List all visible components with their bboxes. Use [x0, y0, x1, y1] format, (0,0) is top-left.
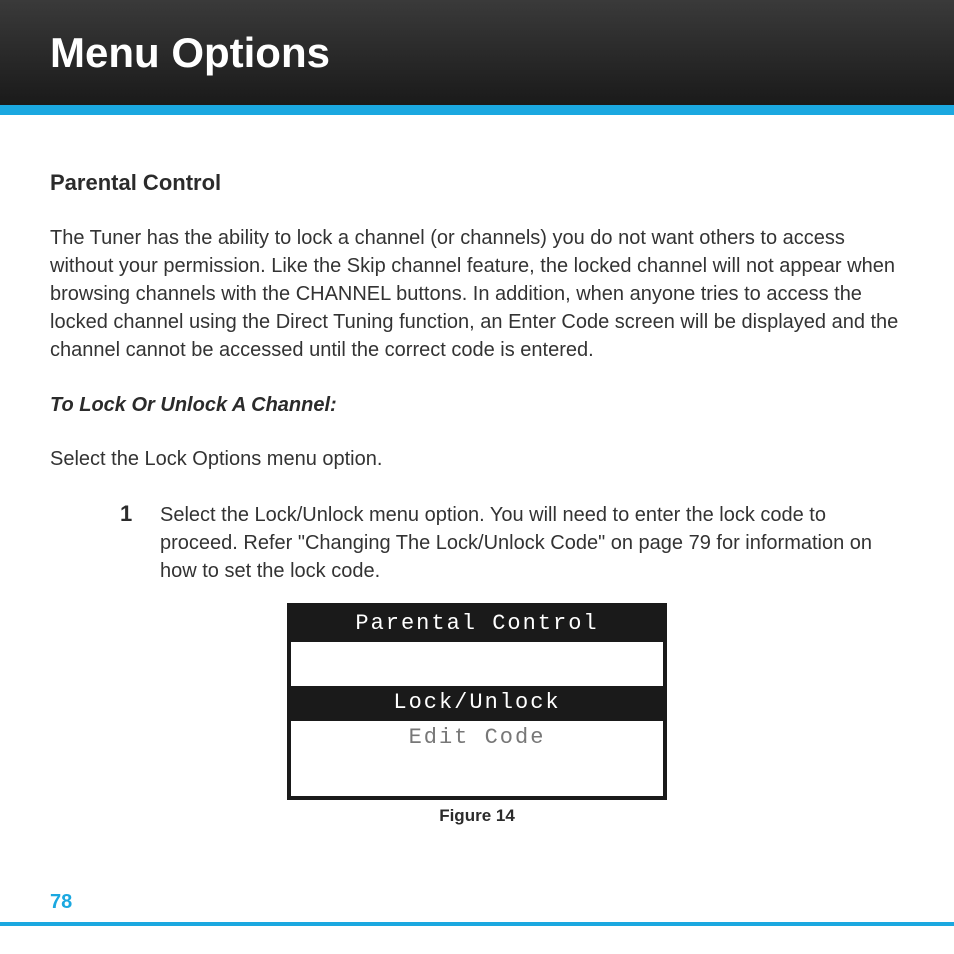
lcd-screen: Parental Control Lock/Unlock Edit Code	[287, 603, 667, 800]
content-area: Parental Control The Tuner has the abili…	[0, 115, 954, 826]
lcd-item: Edit Code	[291, 721, 663, 756]
lcd-selected-item: Lock/Unlock	[291, 686, 663, 721]
intro-paragraph: The Tuner has the ability to lock a chan…	[50, 224, 904, 364]
step-number: 1	[120, 501, 160, 585]
instruction-text: Select the Lock Options menu option.	[50, 445, 904, 473]
accent-bar	[0, 105, 954, 115]
step-row: 1 Select the Lock/Unlock menu option. Yo…	[50, 501, 904, 585]
lcd-title: Parental Control	[291, 607, 663, 642]
lcd-bottom-gap	[291, 756, 663, 796]
figure-caption: Figure 14	[50, 806, 904, 826]
lcd-gap	[291, 642, 663, 686]
page-title: Menu Options	[50, 29, 330, 77]
header-band: Menu Options	[0, 0, 954, 105]
section-title: Parental Control	[50, 170, 904, 196]
step-text: Select the Lock/Unlock menu option. You …	[160, 501, 904, 585]
page-number: 78	[50, 891, 72, 914]
footer-accent-bar	[0, 922, 954, 926]
subheading: To Lock Or Unlock A Channel:	[50, 394, 904, 417]
